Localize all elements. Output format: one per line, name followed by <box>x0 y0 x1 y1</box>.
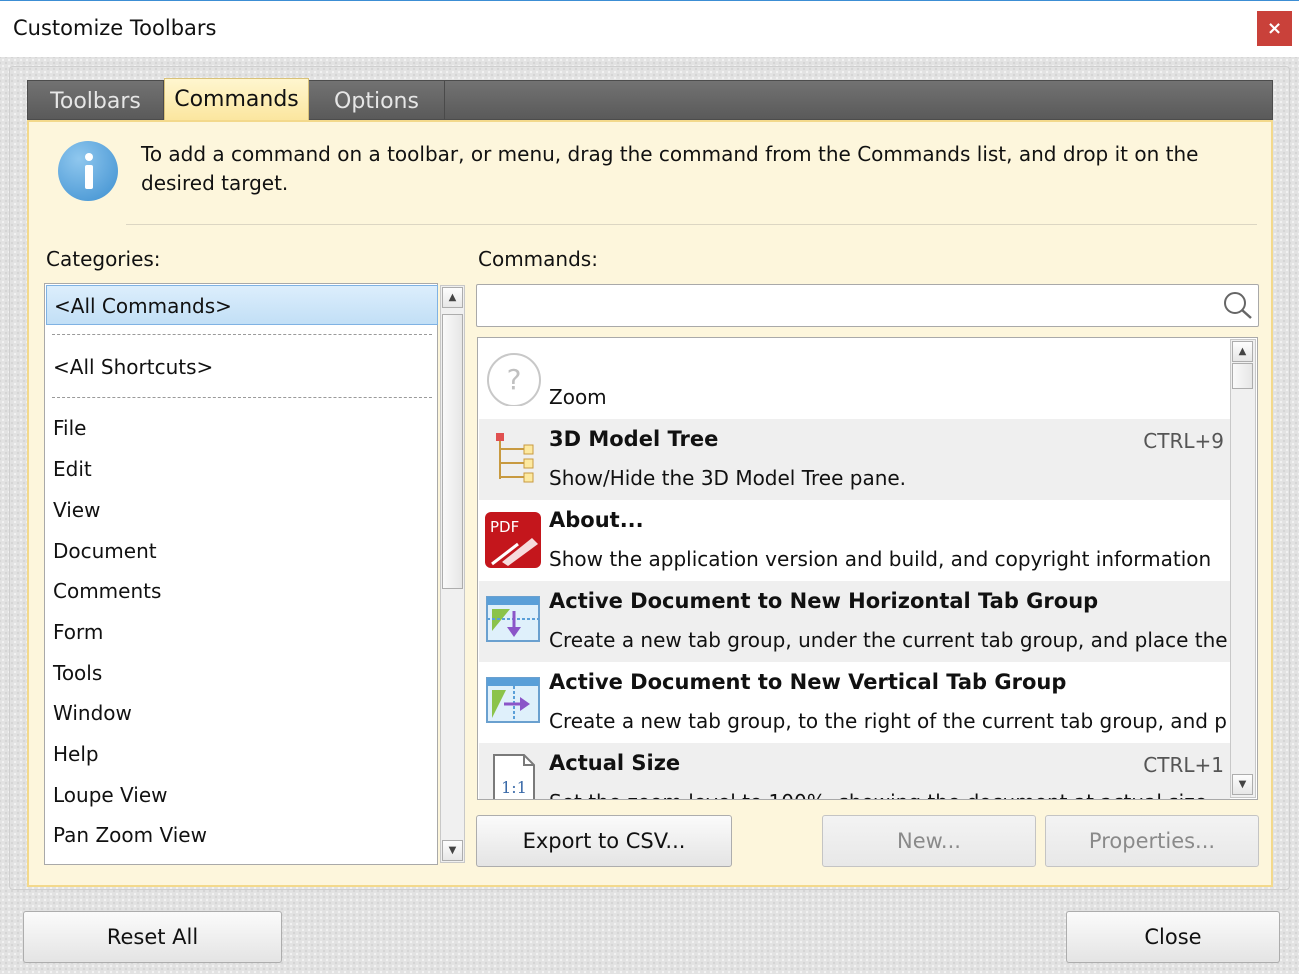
command-shortcut: CTRL+1 <box>1143 753 1224 777</box>
scroll-down-arrow-icon[interactable]: ▼ <box>442 840 463 861</box>
pdf-logo-icon: PDF <box>485 512 541 568</box>
export-csv-button[interactable]: Export to CSV... <box>476 815 732 867</box>
command-row-3d-model-tree[interactable]: 3D Model Tree Show/Hide the 3D Model Tre… <box>479 419 1230 500</box>
category-item-view[interactable]: View <box>53 498 100 522</box>
command-name: 3D Model Tree <box>549 427 719 451</box>
scroll-up-arrow-icon[interactable]: ▲ <box>1232 341 1253 362</box>
info-icon <box>58 141 118 201</box>
tab-commands[interactable]: Commands <box>164 78 309 120</box>
title-bar: Customize Toolbars <box>0 1 1299 57</box>
svg-text:PDF: PDF <box>490 518 519 536</box>
command-row-horizontal-tab-group[interactable]: Active Document to New Horizontal Tab Gr… <box>479 581 1230 662</box>
categories-scrollbar[interactable]: ▲ ▼ <box>440 285 465 863</box>
category-item-all-shortcuts[interactable]: <All Shortcuts> <box>53 355 213 379</box>
command-name: Actual Size <box>549 751 681 775</box>
command-description: Create a new tab group, under the curren… <box>549 628 1228 652</box>
category-item-tools[interactable]: Tools <box>53 661 102 685</box>
command-description: Show/Hide the 3D Model Tree pane. <box>549 466 907 490</box>
commands-list[interactable]: ? Zoom 3D Model Tree Show/Hide the 3D Mo… <box>477 337 1258 800</box>
tab-toolbars[interactable]: Toolbars <box>28 81 164 121</box>
category-item-edit[interactable]: Edit <box>53 457 92 481</box>
tab-options[interactable]: Options <box>309 81 445 121</box>
categories-label: Categories: <box>46 247 161 271</box>
command-description: Create a new tab group, to the right of … <box>549 709 1227 733</box>
command-name: About... <box>549 508 644 532</box>
command-row-about[interactable]: PDF About... Show the application versio… <box>479 500 1230 581</box>
category-item-help[interactable]: Help <box>53 742 99 766</box>
info-message: To add a command on a toolbar, or menu, … <box>141 142 1199 195</box>
divider <box>126 224 1257 225</box>
search-icon[interactable] <box>1221 290 1255 320</box>
category-item-comments[interactable]: Comments <box>53 579 161 603</box>
category-item-loupe-view[interactable]: Loupe View <box>53 783 168 807</box>
list-separator <box>52 334 432 335</box>
category-item-document[interactable]: Document <box>53 539 157 563</box>
command-name: Active Document to New Vertical Tab Grou… <box>549 670 1067 694</box>
vertical-tab-group-icon <box>486 677 540 723</box>
close-window-button[interactable]: × <box>1257 11 1292 46</box>
command-shortcut: CTRL+9 <box>1143 429 1224 453</box>
actual-size-icon: 1:1 <box>493 754 535 799</box>
scroll-down-arrow-icon[interactable]: ▼ <box>1232 774 1253 795</box>
list-separator <box>52 397 432 398</box>
commands-search-input[interactable] <box>476 284 1259 327</box>
category-item-file[interactable]: File <box>53 416 86 440</box>
help-circle-icon: ? <box>487 353 541 406</box>
command-name: Active Document to New Horizontal Tab Gr… <box>549 589 1099 613</box>
category-item-window[interactable]: Window <box>53 701 132 725</box>
close-button[interactable]: Close <box>1066 911 1280 963</box>
reset-all-button[interactable]: Reset All <box>23 911 282 963</box>
properties-button[interactable]: Properties... <box>1045 815 1259 867</box>
commands-scrollbar[interactable]: ▲ ▼ <box>1230 339 1256 798</box>
scroll-thumb[interactable] <box>1232 363 1253 389</box>
command-row-actual-size[interactable]: 1:1 Actual Size Set the zoom level to 10… <box>479 743 1230 799</box>
tab-strip: Toolbars Commands Options <box>27 78 1273 121</box>
command-description: Show the application version and build, … <box>549 547 1212 571</box>
category-item-all-commands[interactable]: <All Commands> <box>46 285 438 325</box>
scroll-thumb[interactable] <box>442 314 463 589</box>
command-description: Zoom <box>549 385 607 409</box>
category-item-pan-zoom-view[interactable]: Pan Zoom View <box>53 823 207 847</box>
window-title: Customize Toolbars <box>13 16 217 40</box>
scroll-up-arrow-icon[interactable]: ▲ <box>442 287 463 308</box>
new-button[interactable]: New... <box>822 815 1036 867</box>
commands-label: Commands: <box>478 247 598 271</box>
command-row-vertical-tab-group[interactable]: Active Document to New Vertical Tab Grou… <box>479 662 1230 743</box>
svg-text:?: ? <box>507 363 522 396</box>
command-description: Set the zoom level to 100%, showing the … <box>549 790 1207 799</box>
horizontal-tab-group-icon <box>486 596 540 642</box>
categories-list[interactable]: <All Commands> <All Shortcuts> File Edit… <box>44 283 438 865</box>
model-tree-icon <box>496 433 534 483</box>
command-row-zoom[interactable]: ? Zoom <box>479 338 1230 419</box>
category-item-form[interactable]: Form <box>53 620 103 644</box>
svg-text:1:1: 1:1 <box>501 778 527 797</box>
